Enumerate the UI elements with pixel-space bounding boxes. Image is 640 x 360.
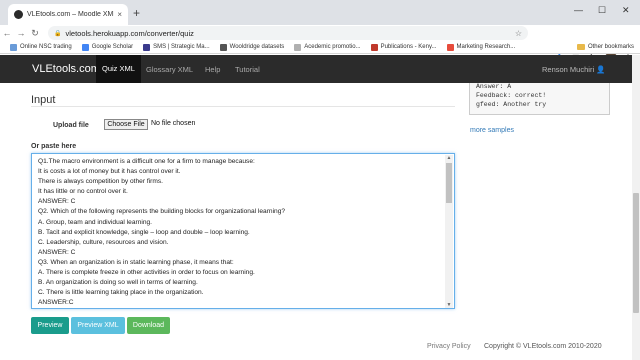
textarea-line: B. Tacit and explicit knowledge, single … [38,228,250,236]
textarea-line: C. There is little learning taking place… [38,289,204,297]
bookmark-icon [219,43,227,51]
textarea-line: Q4. Which of the following... [38,308,442,309]
reload-icon[interactable]: ↻ [28,28,42,39]
maximize-button[interactable]: ☐ [598,5,606,16]
toolbar: ← → ↻ 🔒 vletools.herokuapp.com/converter… [0,25,640,64]
bookmark-item[interactable]: SMS | Strategic Ma... [143,43,210,51]
divider [31,106,455,107]
bookmark-item[interactable]: Wooldridge datasets [219,43,284,51]
nav-quiz-xml[interactable]: Quiz XML [96,55,141,83]
file-status-text: No file chosen [151,120,196,127]
sample-line: Answer: A [476,83,512,90]
textarea-line: Q1.The macro environment is a difficult … [38,158,255,165]
nav-glossary-xml[interactable]: Glossary XML [146,65,193,74]
other-bookmarks[interactable]: Other bookmarks [576,44,634,50]
nav-help[interactable]: Help [205,65,220,74]
textarea-line: ANSWER: C [38,248,76,256]
folder-icon [576,44,585,50]
tab-close-icon[interactable]: × [117,10,122,19]
sample-format-box: Answer: A Feedback: correct! gfeed: Anothe… [469,83,610,115]
tab-title: VLEtools.com – Moodle XML Co [27,11,114,18]
choose-file-button[interactable]: Choose File [104,119,148,130]
tab-strip: VLEtools.com – Moodle XML Co × + — ☐ ✕ [0,0,640,25]
address-bar[interactable]: 🔒 vletools.herokuapp.com/converter/quiz … [48,26,528,40]
page-scrollbar[interactable] [632,55,640,360]
scroll-up-icon[interactable]: ▲ [445,155,453,162]
bookmark-item[interactable]: Marketing Research... [446,43,515,51]
copyright-text: Copyright © VLEtools.com 2010-2020 [484,343,602,350]
page-scroll-thumb[interactable] [633,193,639,313]
bookmark-icon [370,43,378,51]
site-navbar: VLEtools.com Quiz XML Glossary XML Help … [0,55,632,83]
textarea-scroll-thumb[interactable] [446,163,452,203]
upload-file-label: Upload file [53,122,89,129]
textarea-scrollbar[interactable]: ▲ ▼ [445,155,453,308]
bookmark-icon [294,43,302,51]
textarea-line: A. There is complete freeze in other act… [38,269,255,277]
textarea-line: ANSWER: C [38,198,76,206]
user-name: Renson Muchiri [542,65,595,74]
privacy-policy-link[interactable]: Privacy Policy [427,343,471,350]
bookmark-star-icon[interactable]: ☆ [515,29,522,38]
minimize-button[interactable]: — [574,5,583,15]
paste-label: Or paste here [31,143,77,150]
bookmark-icon [143,43,151,51]
quiz-textarea[interactable]: Q1.The macro environment is a difficult … [31,153,455,309]
bookmark-icon [10,43,17,51]
url-text: vletools.herokuapp.com/converter/quiz [65,28,194,38]
section-heading: Input [31,94,56,106]
site-brand[interactable]: VLEtools.com [32,63,100,75]
page-content: Answer: A Feedback: correct! gfeed: Anothe… [0,83,632,360]
scroll-down-icon[interactable]: ▼ [445,302,453,308]
close-window-button[interactable]: ✕ [622,5,630,16]
textarea-line: It is costs a lot of money but it has co… [38,168,181,176]
sample-line: Feedback: correct! [476,92,547,99]
bookmarks-bar: Online NSC trading Google Scholar SMS | … [0,41,640,54]
bookmark-item[interactable]: Publications - Keny... [370,43,437,51]
back-icon[interactable]: ← [0,28,14,38]
download-button[interactable]: Download [127,317,170,334]
bookmark-icon [446,43,454,51]
more-samples-link[interactable]: more samples [470,127,514,134]
textarea-line: A. Group, team and individual learning. [38,218,152,226]
user-menu[interactable]: Renson Muchiri 👤 [542,65,606,74]
user-icon: 👤 [596,65,606,74]
textarea-line: Q2. Which of the following represents th… [38,208,286,216]
textarea-line: B. An organization is doing so well in t… [38,279,198,287]
bookmark-item[interactable]: Online NSC trading [10,43,72,51]
site-favicon-icon [14,10,23,19]
sample-line: gfeed: Another try [476,101,547,108]
nav-tutorial[interactable]: Tutorial [235,65,260,74]
preview-button[interactable]: Preview [31,317,69,334]
preview-xml-button[interactable]: Preview XML [71,317,125,334]
textarea-line: ANSWER:C [38,299,74,307]
textarea-line: Q3. When an organization is in static le… [38,258,234,266]
browser-tab[interactable]: VLEtools.com – Moodle XML Co × [8,4,128,25]
bookmark-item[interactable]: Acedemic promotio... [294,43,361,51]
bookmark-item[interactable]: Google Scholar [81,43,133,51]
forward-icon[interactable]: → [14,28,28,38]
lock-icon: 🔒 [54,30,62,37]
new-tab-button[interactable]: + [133,6,140,20]
bookmark-icon [81,43,89,51]
textarea-line: It has little or no control over it. [38,188,128,196]
textarea-line: There is always competition by other fir… [38,178,163,186]
textarea-line: C. Leadership, culture, resources and vi… [38,238,169,246]
